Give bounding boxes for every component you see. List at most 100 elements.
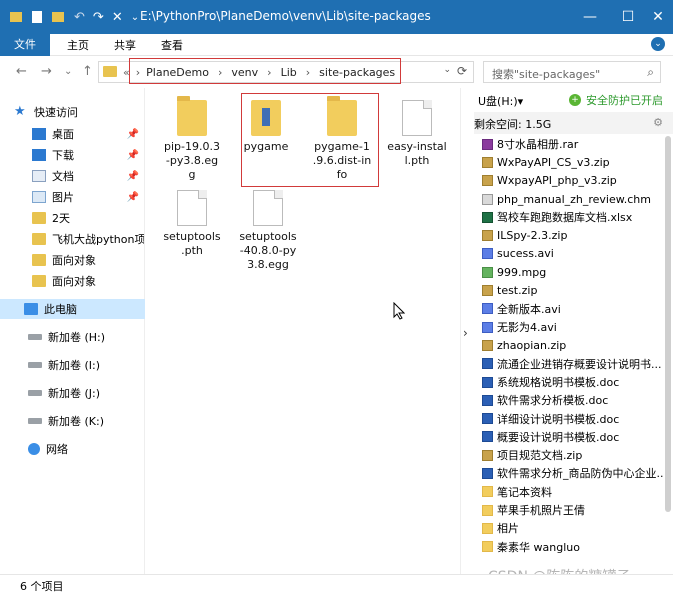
usb-list-item[interactable]: 软件需求分析模板.doc (482, 391, 663, 409)
usb-list-item[interactable]: 笔记本资料 (482, 483, 663, 501)
sidebar-item-label: 网络 (46, 443, 68, 456)
search-box[interactable]: 搜索"site-packages" ⌕ (483, 61, 661, 83)
tab-share[interactable]: 共享 (114, 37, 136, 53)
usb-list-item[interactable]: 苹果手机照片王倩 (482, 501, 663, 519)
doc-file-icon (482, 394, 493, 406)
usb-list-item[interactable]: 驾校车跑跑数据库文档.xlsx (482, 208, 663, 226)
sidebar-item-oop-1[interactable]: 面向对象 (32, 250, 144, 270)
recent-locations-button[interactable]: ⌄ (64, 66, 72, 77)
sidebar-item-desktop[interactable]: 桌面 📌 (32, 124, 144, 144)
sidebar-item-pictures[interactable]: 图片 📌 (32, 187, 144, 207)
back-button[interactable]: ← (16, 64, 27, 79)
minimize-button[interactable]: — (571, 0, 609, 34)
sidebar-item-downloads[interactable]: 下载 📌 (32, 145, 144, 165)
file-item[interactable]: setuptools -40.8.0-py 3.8.egg (229, 190, 307, 272)
usb-list-item[interactable]: 999.mpg (482, 263, 663, 281)
quick-access-toolbar: ↶ ↷ ✕ ⌄ (10, 9, 139, 25)
usb-drive-selector[interactable]: U盘(H:)▾ (478, 93, 523, 109)
new-folder-icon[interactable] (52, 12, 64, 22)
usb-file-list: 8寸水晶相册.rar WxPayAPI_CS_v3.zip WxpayAPI_php… (482, 135, 663, 556)
usb-list-item[interactable]: 流通企业进销存概要设计说明书... (482, 355, 663, 373)
usb-list-item[interactable]: 秦素华 wangluo (482, 538, 663, 556)
mpg-file-icon (482, 266, 493, 278)
folder-icon[interactable] (10, 12, 22, 22)
file-icon (402, 100, 432, 136)
protection-status[interactable]: + 安全防护已开启 (569, 92, 663, 108)
protection-label: 安全防护已开启 (586, 94, 663, 107)
usb-list-item[interactable]: ILSpy-2.3.zip (482, 226, 663, 244)
usb-list-item[interactable]: 8寸水晶相册.rar (482, 135, 663, 153)
up-button[interactable]: ↑ (82, 64, 93, 79)
sidebar-item-plane-project[interactable]: 飞机大战python项目 (32, 229, 144, 249)
tab-view[interactable]: 查看 (161, 37, 183, 53)
sidebar-item-label: 面向对象 (52, 275, 96, 288)
usb-list-item[interactable]: WxpayAPI_php_v3.zip (482, 172, 663, 190)
sidebar-item-network[interactable]: 网络 (28, 439, 144, 459)
sidebar-item-drive-j[interactable]: 新加卷 (J:) (28, 383, 144, 403)
sidebar-item-drive-h[interactable]: 新加卷 (H:) (28, 327, 144, 347)
file-name: easy-instal l.pth (387, 140, 447, 167)
sidebar-item-label: 此电脑 (44, 303, 77, 316)
sidebar-item-label: 新加卷 (H:) (48, 331, 106, 344)
usb-list-item[interactable]: 相片 (482, 519, 663, 537)
usb-list-item-label: 全新版本.avi (497, 302, 561, 316)
network-icon (28, 443, 40, 455)
usb-list-item-label: 系统规格说明书模板.doc (497, 376, 620, 389)
forward-button[interactable]: → (41, 64, 52, 79)
zip-file-icon (482, 339, 493, 351)
usb-list-item[interactable]: WxPayAPI_CS_v3.zip (482, 153, 663, 171)
gear-icon[interactable]: ⚙ (653, 116, 663, 129)
free-space-label: 剩余空间: 1.5G (474, 118, 552, 131)
usb-list-item-label: WxpayAPI_php_v3.zip (497, 174, 617, 188)
usb-list-item[interactable]: 详细设计说明书模板.doc (482, 409, 663, 427)
sidebar-item-quick-access[interactable]: ★ 快速访问 (14, 102, 159, 122)
desktop-icon (32, 128, 46, 140)
tab-home[interactable]: 主页 (67, 37, 89, 53)
details-pane-toggle[interactable]: › (460, 88, 474, 574)
usb-list-item[interactable]: sucess.avi (482, 245, 663, 263)
file-item[interactable]: pip-19.0.3 -py3.8.eg g (153, 96, 231, 182)
usb-list-item[interactable]: 软件需求分析_商品防伪中心企业... (482, 464, 663, 482)
usb-list-item[interactable]: zhaopian.zip (482, 336, 663, 354)
usb-list-item[interactable]: 系统规格说明书模板.doc (482, 373, 663, 391)
usb-list-item[interactable]: test.zip (482, 281, 663, 299)
properties-icon[interactable] (32, 11, 42, 23)
usb-list-item-label: test.zip (497, 284, 538, 298)
usb-list-item-label: 无影为4.avi (497, 321, 557, 335)
file-item[interactable]: setuptools .pth (153, 190, 231, 258)
sidebar-item-drive-k[interactable]: 新加卷 (K:) (28, 411, 144, 431)
usb-list-item[interactable]: 全新版本.avi (482, 300, 663, 318)
usb-list-item[interactable]: php_manual_zh_review.chm (482, 190, 663, 208)
redo-icon[interactable]: ↷ (93, 10, 104, 25)
avi-file-icon (482, 321, 493, 333)
file-item[interactable]: easy-instal l.pth (378, 100, 456, 168)
sidebar-item-drive-i[interactable]: 新加卷 (I:) (28, 355, 144, 375)
refresh-button[interactable]: ⟳ (457, 64, 467, 78)
usb-list-item[interactable]: 项目规范文档.zip (482, 446, 663, 464)
search-input[interactable]: 搜索"site-packages" (492, 66, 600, 82)
usb-list-item[interactable]: 概要设计说明书模板.doc (482, 428, 663, 446)
undo-icon[interactable]: ↶ (74, 10, 85, 25)
sidebar-item-documents[interactable]: 文档 📌 (32, 166, 144, 186)
address-dropdown-icon[interactable]: ⌄ (443, 65, 451, 75)
file-icon (253, 190, 283, 226)
usb-list-item-label: WxPayAPI_CS_v3.zip (497, 155, 610, 169)
avi-file-icon (482, 248, 493, 260)
doc-file-icon (482, 431, 493, 443)
drive-icon (28, 362, 42, 368)
sidebar-item-folder-2days[interactable]: 2天 (32, 208, 144, 228)
delete-icon[interactable]: ✕ (112, 10, 123, 25)
customize-dropdown-icon[interactable]: ⌄ (131, 12, 139, 23)
sidebar-item-this-pc[interactable]: 此电脑 (0, 299, 145, 319)
chevron-right-icon: › (463, 326, 468, 340)
usb-list-item[interactable]: 无影为4.avi (482, 318, 663, 336)
tab-file[interactable]: 文件 (0, 34, 50, 56)
usb-list-item-label: 软件需求分析模板.doc (497, 394, 609, 408)
file-name: setuptools .pth (163, 230, 221, 257)
folder-icon (103, 66, 117, 77)
sidebar-item-oop-2[interactable]: 面向对象 (32, 271, 144, 291)
ribbon-expand-icon[interactable]: ⌄ (651, 37, 665, 51)
close-button[interactable]: ✕ (639, 0, 673, 34)
usb-list-scrollbar[interactable] (665, 136, 671, 512)
pin-icon: 📌 (126, 149, 139, 161)
